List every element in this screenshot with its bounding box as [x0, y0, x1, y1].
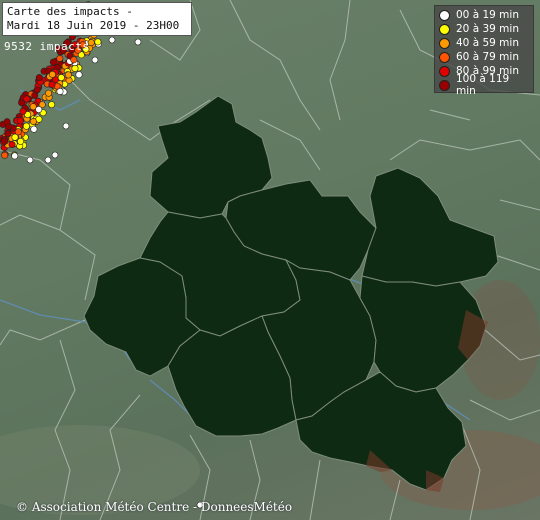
impact-marker — [11, 152, 19, 160]
impact-marker — [64, 71, 72, 79]
impact-marker — [22, 122, 30, 130]
legend-label: 60 à 79 min — [456, 51, 519, 63]
legend-label: 100 à 119 min — [456, 73, 510, 97]
impact-marker — [16, 117, 24, 125]
impact-marker — [57, 74, 65, 82]
impact-marker — [45, 89, 53, 97]
legend-item: 20 à 39 min — [439, 22, 529, 36]
map-title-line2: Mardi 18 Juin 2019 - 23H00 — [7, 19, 180, 32]
time-legend: 00 à 19 min 20 à 39 min 40 à 59 min 60 à 79… — [434, 5, 534, 97]
impact-marker — [8, 141, 16, 149]
legend-item: 40 à 59 min — [439, 36, 529, 50]
map-title-line1: Carte des impacts - — [7, 5, 133, 18]
department-yonne-ext — [361, 167, 499, 287]
impact-marker — [71, 64, 79, 72]
impact-marker — [94, 38, 102, 46]
impact-marker — [35, 106, 43, 114]
credit-text: © Association Météo Centre - DonneesMété… — [16, 500, 293, 514]
impact-marker — [62, 122, 70, 130]
impact-marker — [70, 56, 78, 64]
legend-label: 00 à 19 min — [456, 9, 519, 21]
impact-marker — [26, 156, 34, 164]
impact-marker — [31, 91, 39, 99]
impact-count: 9532 impacts — [4, 40, 90, 53]
impact-marker — [23, 95, 31, 103]
impact-marker — [35, 74, 43, 82]
legend-dot-icon — [439, 23, 450, 35]
impact-marker — [48, 101, 56, 109]
legend-label: 40 à 59 min — [456, 37, 519, 49]
legend-item: 100 à 119 min — [439, 73, 529, 97]
impact-marker — [44, 156, 52, 164]
legend-dot-icon — [439, 79, 450, 91]
impact-marker — [11, 133, 19, 141]
impact-marker — [4, 130, 12, 138]
legend-dot-icon — [439, 37, 450, 49]
region-departments — [83, 95, 499, 491]
legend-dot-icon — [439, 65, 450, 77]
map-title: Carte des impacts - Mardi 18 Juin 2019 -… — [2, 2, 192, 36]
impact-marker — [75, 71, 83, 79]
lightning-map: Carte des impacts - Mardi 18 Juin 2019 -… — [0, 0, 540, 520]
legend-dot-icon — [439, 9, 450, 21]
impact-marker — [91, 56, 99, 64]
legend-dot-icon — [439, 51, 450, 63]
impact-marker — [48, 81, 56, 89]
legend-label: 20 à 39 min — [456, 23, 519, 35]
impact-marker — [1, 151, 9, 159]
impact-marker — [56, 54, 64, 62]
impact-marker — [3, 118, 11, 126]
impact-marker — [48, 70, 56, 78]
impact-marker — [19, 107, 27, 115]
legend-item: 60 à 79 min — [439, 50, 529, 64]
impact-marker — [29, 118, 37, 126]
impact-marker — [51, 151, 59, 159]
legend-item: 00 à 19 min — [439, 8, 529, 22]
impact-marker — [30, 125, 38, 133]
impact-marker — [16, 137, 24, 145]
impact-marker — [108, 36, 116, 44]
impact-marker — [1, 137, 9, 145]
impact-marker — [134, 38, 142, 46]
